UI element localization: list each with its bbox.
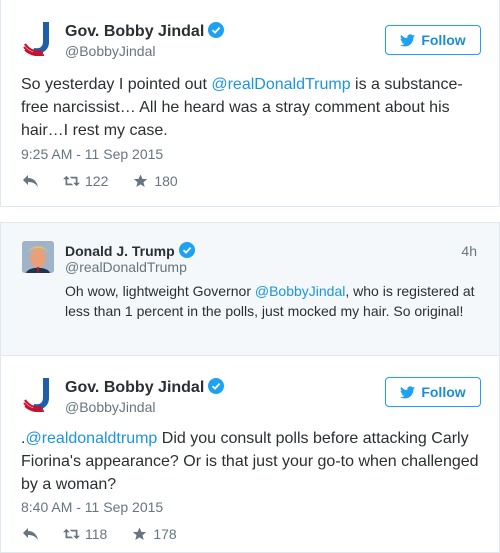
author-handle[interactable]: @realDonaldTrump	[65, 259, 187, 275]
avatar[interactable]	[22, 241, 54, 273]
reply-button[interactable]	[22, 527, 39, 541]
twitter-bird-icon	[400, 385, 416, 398]
tweet-card-1: Gov. Bobby Jindal @BobbyJindal Follow So…	[0, 0, 500, 207]
trump-avatar-icon	[22, 241, 54, 273]
tweet-text: .@realdonaldtrump Did you consult polls …	[21, 430, 479, 493]
like-button[interactable]: 178	[131, 526, 177, 542]
timestamp[interactable]: 9:25 AM - 11 Sep 2015	[21, 146, 163, 162]
reply-icon	[23, 175, 38, 187]
tweet-text: So yesterday I pointed out @realDonaldTr…	[21, 76, 463, 139]
tweet-card-2: Gov. Bobby Jindal @BobbyJindal Follow .@…	[0, 356, 500, 553]
quoted-tweet[interactable]: Donald J. Trump @realDonaldTrump 4h Oh w…	[0, 222, 500, 356]
mention-link[interactable]: @realDonaldTrump	[211, 76, 350, 93]
mention-link[interactable]: @realdonaldtrump	[25, 430, 157, 447]
author-name[interactable]: Donald J. Trump	[65, 242, 195, 259]
like-button[interactable]: 180	[132, 173, 178, 189]
tweet-actions: 118 178	[22, 526, 201, 542]
follow-button[interactable]: Follow	[385, 377, 481, 407]
retweet-count: 122	[85, 173, 109, 189]
retweet-count: 118	[85, 526, 108, 542]
jindal-logo-icon[interactable]	[21, 20, 57, 56]
like-count: 180	[154, 173, 178, 189]
verified-icon	[178, 242, 195, 258]
twitter-bird-icon	[400, 33, 416, 46]
retweet-button[interactable]: 122	[63, 173, 108, 189]
retweet-button[interactable]: 118	[63, 526, 107, 542]
star-icon	[134, 174, 148, 187]
timestamp[interactable]: 8:40 AM - 11 Sep 2015	[21, 499, 163, 515]
author-handle[interactable]: @BobbyJindal	[65, 399, 156, 415]
author-name[interactable]: Gov. Bobby Jindal	[65, 22, 225, 41]
author-name[interactable]: Gov. Bobby Jindal	[65, 378, 225, 397]
like-count: 178	[153, 526, 177, 542]
mention-link[interactable]: @BobbyJindal	[255, 283, 346, 299]
tweet-actions: 122 180	[22, 173, 202, 189]
verified-icon	[208, 378, 225, 394]
verified-icon	[208, 22, 225, 38]
quoted-tweet-text: Oh wow, lightweight Governor @BobbyJinda…	[65, 283, 475, 319]
jindal-logo-icon[interactable]	[21, 376, 57, 412]
follow-button[interactable]: Follow	[385, 25, 481, 55]
retweet-icon	[63, 528, 80, 540]
reply-icon	[23, 528, 38, 540]
author-handle[interactable]: @BobbyJindal	[65, 43, 156, 59]
relative-time[interactable]: 4h	[461, 243, 477, 259]
star-icon	[133, 527, 147, 540]
retweet-icon	[63, 175, 80, 187]
reply-button[interactable]	[22, 174, 39, 188]
